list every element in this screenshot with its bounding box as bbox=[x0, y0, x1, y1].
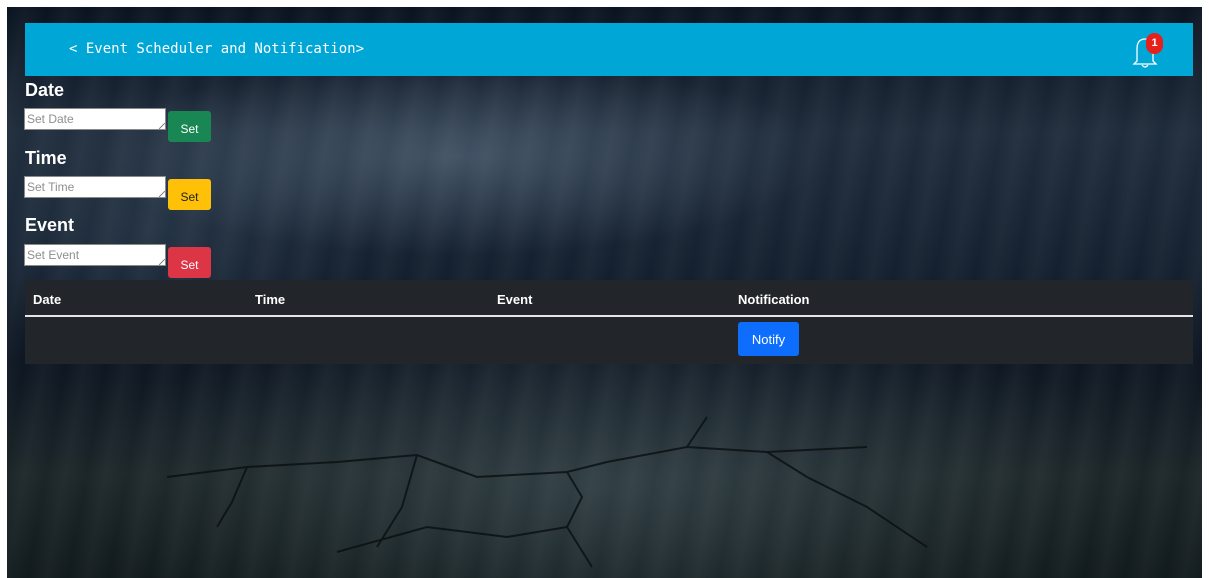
column-header-notification: Notification bbox=[738, 292, 810, 307]
table-header-divider bbox=[25, 315, 1193, 317]
date-input[interactable] bbox=[24, 108, 166, 130]
events-table: Date Time Event Notification Notify bbox=[25, 280, 1193, 364]
time-field-wrapper bbox=[24, 176, 166, 198]
event-label: Event bbox=[25, 215, 75, 235]
resize-grip-icon[interactable] bbox=[159, 259, 165, 265]
app-background: < Event Scheduler and Notification> 1 Da… bbox=[7, 7, 1202, 578]
date-field-wrapper bbox=[24, 108, 166, 130]
column-header-event: Event bbox=[497, 292, 533, 307]
notify-button[interactable]: Notify bbox=[738, 322, 799, 356]
app-title[interactable]: < Event Scheduler and Notification> bbox=[69, 41, 364, 57]
date-label: Date bbox=[25, 80, 65, 100]
notification-badge: 1 bbox=[1146, 33, 1163, 54]
set-time-button[interactable]: Set bbox=[168, 179, 211, 210]
time-input[interactable] bbox=[24, 176, 166, 198]
resize-grip-icon[interactable] bbox=[159, 123, 165, 129]
time-label: Time bbox=[25, 148, 67, 168]
column-header-time: Time bbox=[255, 292, 286, 307]
event-input[interactable] bbox=[24, 244, 166, 266]
set-event-button[interactable]: Set bbox=[168, 247, 211, 278]
column-header-date: Date bbox=[33, 292, 62, 307]
event-field-wrapper bbox=[24, 244, 166, 266]
set-date-button[interactable]: Set bbox=[168, 111, 211, 142]
top-navbar: < Event Scheduler and Notification> 1 bbox=[25, 23, 1193, 76]
resize-grip-icon[interactable] bbox=[159, 191, 165, 197]
